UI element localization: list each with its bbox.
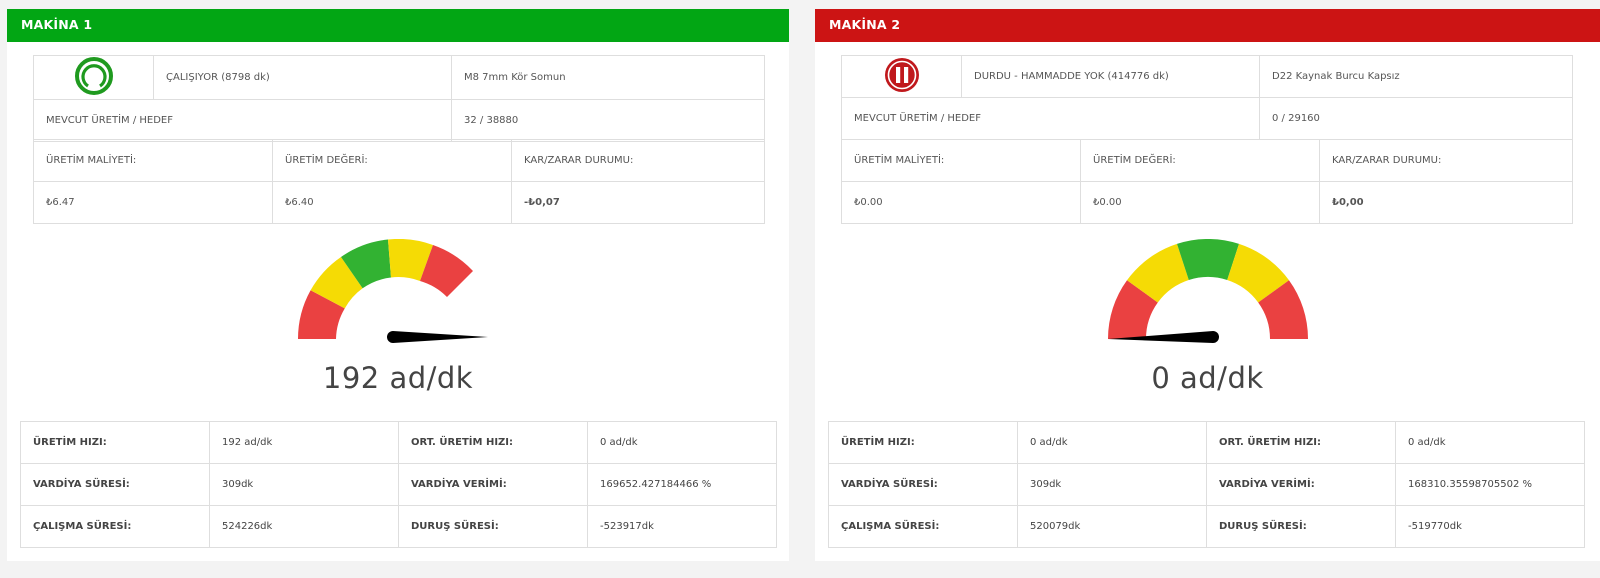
machine-panel-2: MAKİNA 2 DURDU - HAMMADDE YOK (414776 dk…	[815, 9, 1600, 561]
production-value: 32 / 38880	[450, 99, 766, 142]
stat-label: ORT. ÜRETİM HIZI:	[1206, 421, 1396, 464]
pause-icon	[884, 58, 919, 92]
stat-label: DURUŞ SÜRESİ:	[1206, 505, 1396, 548]
speed-readout: 0 ad/dk	[1151, 361, 1264, 395]
status-icon-cell	[841, 55, 962, 98]
stats-table: ÜRETİM HIZI: 0 ad/dk ORT. ÜRETİM HIZI: 0…	[828, 421, 1585, 548]
stat-value: 0 ad/dk	[587, 421, 777, 464]
stat-value: 192 ad/dk	[209, 421, 399, 464]
stat-value: 0 ad/dk	[1395, 421, 1585, 464]
value-label: ÜRETİM DEĞERİ:	[1080, 139, 1320, 182]
machine-panel-1: MAKİNA 1 ÇALIŞIYOR (8798 dk) M8 7mm Kör …	[7, 9, 789, 561]
production-label: MEVCUT ÜRETİM / HEDEF	[33, 99, 452, 142]
stat-value: 309dk	[1017, 463, 1207, 506]
running-ring-icon	[74, 57, 113, 95]
cost-value: ₺0.00	[841, 181, 1081, 224]
stat-value: 309dk	[209, 463, 399, 506]
profit-value: -₺0,07	[511, 181, 765, 224]
speed-readout: 192 ad/dk	[322, 361, 474, 395]
stat-value: -519770dk	[1395, 505, 1585, 548]
stat-value: 0 ad/dk	[1017, 421, 1207, 464]
stat-value: -523917dk	[587, 505, 777, 548]
profit-value: ₺0,00	[1319, 181, 1573, 224]
gauge-needle	[387, 331, 488, 343]
stat-label: DURUŞ SÜRESİ:	[398, 505, 588, 548]
cost-label: ÜRETİM MALİYETİ:	[33, 139, 273, 182]
stat-label: VARDİYA VERİMİ:	[398, 463, 588, 506]
stat-label: ORT. ÜRETİM HIZI:	[398, 421, 588, 464]
cost-table: ÜRETİM MALİYETİ: ÜRETİM DEĞERİ: KAR/ZARA…	[841, 139, 1573, 224]
machine-info-table: ÇALIŞIYOR (8798 dk) M8 7mm Kör Somun MEV…	[33, 55, 766, 142]
speed-gauge: 0 ad/dk	[815, 239, 1600, 395]
stats-table: ÜRETİM HIZI: 192 ad/dk ORT. ÜRETİM HIZI:…	[20, 421, 777, 548]
stat-value: 520079dk	[1017, 505, 1207, 548]
status-text: DURDU - HAMMADDE YOK (414776 dk)	[961, 55, 1260, 98]
stat-label: ÜRETİM HIZI:	[20, 421, 210, 464]
profit-label: KAR/ZARAR DURUMU:	[1319, 139, 1573, 182]
value-label: ÜRETİM DEĞERİ:	[272, 139, 512, 182]
product-name: D22 Kaynak Burcu Kapsız	[1258, 55, 1574, 98]
machine-header: MAKİNA 1	[7, 9, 789, 42]
cost-table: ÜRETİM MALİYETİ: ÜRETİM DEĞERİ: KAR/ZARA…	[33, 139, 765, 224]
stat-label: ÜRETİM HIZI:	[828, 421, 1018, 464]
status-text: ÇALIŞIYOR (8798 dk)	[153, 55, 452, 100]
machine-header: MAKİNA 2	[815, 9, 1600, 42]
cost-label: ÜRETİM MALİYETİ:	[841, 139, 1081, 182]
cost-value: ₺6.47	[33, 181, 273, 224]
production-value: 0 / 29160	[1258, 97, 1574, 140]
profit-label: KAR/ZARAR DURUMU:	[511, 139, 765, 182]
product-name: M8 7mm Kör Somun	[450, 55, 766, 100]
speed-gauge-svg	[298, 239, 488, 343]
stat-label: ÇALIŞMA SÜRESİ:	[828, 505, 1018, 548]
stat-label: VARDİYA SÜRESİ:	[828, 463, 1018, 506]
stat-label: VARDİYA SÜRESİ:	[20, 463, 210, 506]
speed-gauge: 192 ad/dk	[7, 239, 789, 395]
production-value-amount: ₺0.00	[1080, 181, 1320, 224]
production-value-amount: ₺6.40	[272, 181, 512, 224]
stat-label: VARDİYA VERİMİ:	[1206, 463, 1396, 506]
stat-value: 168310.35598705502 %	[1395, 463, 1585, 506]
machine-info-table: DURDU - HAMMADDE YOK (414776 dk) D22 Kay…	[841, 55, 1574, 140]
stat-value: 169652.427184466 %	[587, 463, 777, 506]
stat-label: ÇALIŞMA SÜRESİ:	[20, 505, 210, 548]
production-label: MEVCUT ÜRETİM / HEDEF	[841, 97, 1260, 140]
stat-value: 524226dk	[209, 505, 399, 548]
status-icon-cell	[33, 55, 154, 100]
speed-gauge-svg	[1107, 239, 1308, 343]
